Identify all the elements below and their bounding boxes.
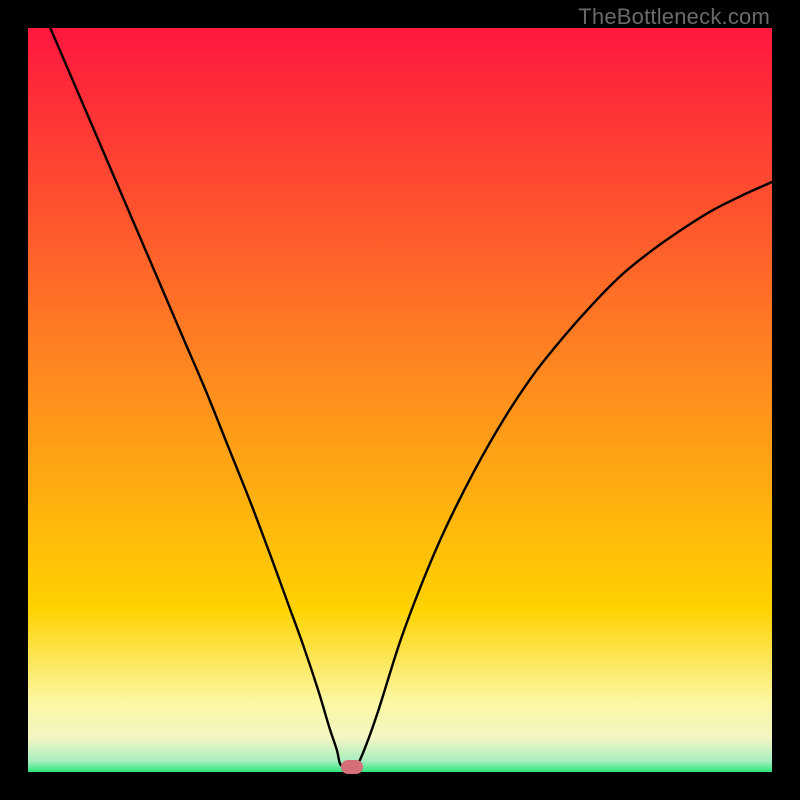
- watermark-text: TheBottleneck.com: [578, 4, 770, 30]
- curve-layer: [28, 28, 772, 772]
- chart-frame: [28, 28, 772, 772]
- bottleneck-curve: [28, 0, 772, 768]
- optimal-point-marker: [341, 760, 363, 774]
